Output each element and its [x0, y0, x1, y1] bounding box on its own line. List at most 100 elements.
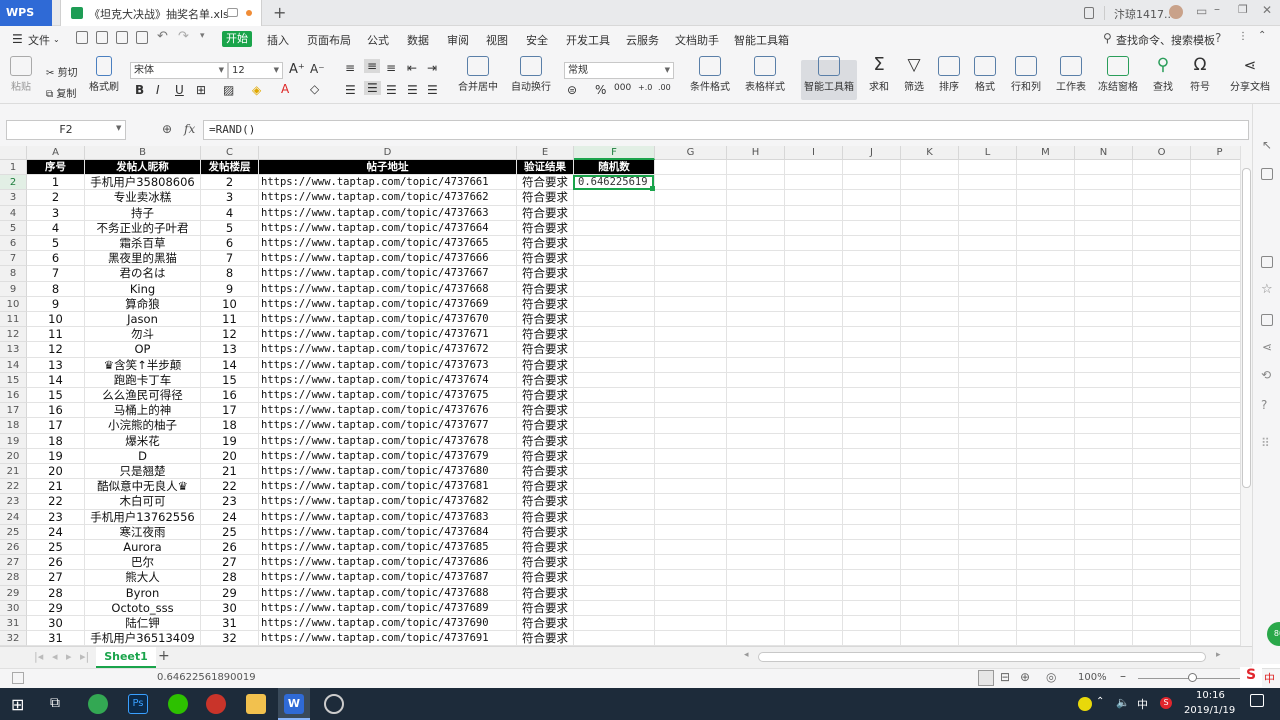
empty-cell[interactable] [574, 251, 655, 267]
column-header-a[interactable]: A [27, 146, 85, 160]
normal-view-icon[interactable] [978, 670, 994, 686]
result-cell[interactable]: 符合要求 [517, 555, 574, 571]
empty-cell[interactable] [574, 509, 655, 525]
empty-cell[interactable] [727, 327, 785, 343]
windows-start-icon[interactable]: ⊞ [11, 695, 24, 714]
empty-cell[interactable] [1133, 312, 1191, 328]
empty-cell[interactable] [785, 418, 843, 434]
empty-cell[interactable] [785, 342, 843, 358]
empty-cell[interactable] [1191, 282, 1240, 297]
empty-cell[interactable] [727, 205, 785, 221]
empty-cell[interactable] [785, 585, 843, 601]
header-cell[interactable]: 发帖楼层 [201, 160, 259, 176]
grid-view-icon[interactable]: ⠿ [1261, 436, 1270, 450]
empty-cell[interactable] [1133, 327, 1191, 343]
empty-cell[interactable] [785, 160, 843, 176]
url-cell[interactable]: https://www.taptap.com/topic/4737672 [259, 342, 517, 358]
empty-cell[interactable] [959, 555, 1017, 571]
empty-cell[interactable] [1017, 312, 1075, 328]
empty-cell[interactable] [655, 418, 727, 434]
merge-center-button[interactable]: 合并居中 [455, 56, 501, 93]
empty-cell[interactable] [1133, 251, 1191, 267]
tray-sogou-icon[interactable]: S [1160, 697, 1172, 709]
floor-cell[interactable]: 17 [201, 403, 259, 419]
empty-cell[interactable] [1017, 327, 1075, 343]
empty-cell[interactable] [901, 251, 959, 267]
empty-cell[interactable] [843, 236, 901, 252]
empty-cell[interactable] [727, 585, 785, 601]
empty-cell[interactable] [785, 540, 843, 556]
empty-cell[interactable] [1133, 494, 1191, 510]
empty-cell[interactable] [959, 403, 1017, 419]
skin-icon[interactable]: ▭ [1196, 4, 1207, 18]
empty-cell[interactable] [901, 540, 959, 556]
help-icon[interactable]: ? [1215, 31, 1221, 45]
empty-cell[interactable] [901, 160, 959, 176]
result-cell[interactable]: 符合要求 [517, 296, 574, 312]
result-cell[interactable]: 符合要求 [517, 616, 574, 632]
floor-cell[interactable]: 12 [201, 327, 259, 343]
empty-cell[interactable] [1017, 220, 1075, 236]
floor-cell[interactable]: 26 [201, 540, 259, 556]
zoom-level[interactable]: 100% [1078, 672, 1107, 683]
empty-cell[interactable] [843, 342, 901, 358]
empty-cell[interactable] [959, 160, 1017, 176]
empty-cell[interactable] [1075, 631, 1133, 646]
collapse-ribbon-icon[interactable]: ⌃ [1258, 30, 1266, 41]
empty-cell[interactable] [655, 266, 727, 282]
empty-cell[interactable] [959, 342, 1017, 358]
result-cell[interactable]: 符合要求 [517, 479, 574, 495]
row-header[interactable]: 23 [0, 494, 27, 510]
empty-cell[interactable] [901, 616, 959, 632]
serial-cell[interactable]: 7 [27, 266, 85, 282]
result-cell[interactable]: 符合要求 [517, 388, 574, 404]
floor-cell[interactable]: 8 [201, 266, 259, 282]
url-cell[interactable]: https://www.taptap.com/topic/4737682 [259, 494, 517, 510]
row-header[interactable]: 3 [0, 190, 27, 206]
photoshop-icon[interactable]: Ps [128, 694, 148, 714]
empty-cell[interactable] [1133, 600, 1191, 616]
page-break-view-icon[interactable]: ⊟ [1000, 670, 1010, 684]
nickname-cell[interactable]: 巴尔 [85, 555, 201, 571]
empty-cell[interactable] [1133, 524, 1191, 540]
empty-cell[interactable] [655, 190, 727, 206]
share-button[interactable]: ⋖ 分享文档 [1228, 56, 1272, 93]
empty-cell[interactable] [1191, 601, 1240, 616]
empty-cell[interactable] [1191, 206, 1240, 221]
spreadsheet-grid[interactable]: ABCDEFGHIJKLMNOP 1 序号 发帖人昵称 发帖楼层 帖子地址 验证结果 随机数… [0, 146, 1240, 646]
empty-cell[interactable] [574, 372, 655, 388]
conditional-format-button[interactable]: 条件格式 [686, 56, 734, 93]
eye-protect-icon[interactable]: ◎ [1046, 670, 1056, 684]
empty-cell[interactable] [655, 388, 727, 404]
empty-cell[interactable] [727, 418, 785, 434]
row-header[interactable]: 29 [0, 585, 27, 601]
clear-format-icon[interactable]: ◇ [310, 82, 319, 96]
tab-security[interactable]: 安全 [526, 32, 548, 48]
empty-cell[interactable] [959, 509, 1017, 525]
floor-cell[interactable]: 4 [201, 205, 259, 221]
floor-cell[interactable]: 31 [201, 616, 259, 632]
empty-cell[interactable] [655, 585, 727, 601]
empty-cell[interactable] [1191, 479, 1240, 495]
nickname-cell[interactable]: 霜杀百草 [85, 236, 201, 252]
empty-cell[interactable] [1075, 479, 1133, 495]
result-cell[interactable]: 符合要求 [517, 570, 574, 586]
tab-insert[interactable]: 插入 [267, 32, 289, 48]
serial-cell[interactable]: 11 [27, 327, 85, 343]
nickname-cell[interactable]: 不务正业的子叶君 [85, 220, 201, 236]
empty-cell[interactable] [727, 160, 785, 176]
empty-cell[interactable] [901, 342, 959, 358]
empty-cell[interactable] [1133, 464, 1191, 480]
empty-cell[interactable] [1075, 220, 1133, 236]
empty-cell[interactable] [843, 160, 901, 176]
serial-cell[interactable]: 12 [27, 342, 85, 358]
nickname-cell[interactable]: 寒江夜雨 [85, 524, 201, 540]
empty-cell[interactable] [727, 509, 785, 525]
empty-cell[interactable] [655, 160, 727, 176]
increase-font-icon[interactable]: A⁺ [289, 62, 305, 77]
empty-cell[interactable] [1017, 266, 1075, 282]
row-header[interactable]: 15 [0, 372, 27, 388]
worksheet-button[interactable]: 工作表 [1052, 56, 1090, 93]
empty-cell[interactable] [901, 372, 959, 388]
empty-cell[interactable] [785, 616, 843, 632]
